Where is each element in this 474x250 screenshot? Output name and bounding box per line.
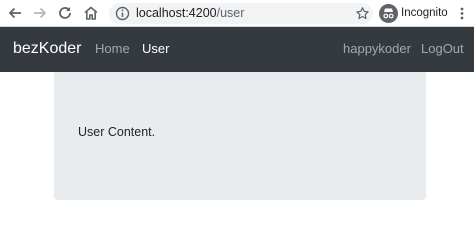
- reload-icon[interactable]: [56, 4, 74, 22]
- url-host: localhost:4200: [136, 6, 217, 20]
- incognito-icon: [379, 4, 398, 23]
- jumbotron: User Content.: [54, 72, 426, 200]
- brand-link[interactable]: bezKoder: [13, 39, 82, 59]
- url-path: /user: [216, 6, 245, 20]
- url-text: localhost:4200/user: [136, 6, 244, 21]
- forward-icon[interactable]: [31, 4, 49, 22]
- address-bar[interactable]: localhost:4200/user: [109, 3, 373, 24]
- nav-link-user[interactable]: User: [142, 41, 169, 57]
- info-icon[interactable]: [115, 6, 130, 21]
- nav-link-home[interactable]: Home: [95, 41, 130, 57]
- user-content-text: User Content.: [78, 125, 156, 139]
- browser-toolbar: localhost:4200/user Incognito: [0, 0, 474, 27]
- navbar: bezKoder Home User happykoder LogOut: [0, 27, 474, 72]
- incognito-indicator[interactable]: Incognito: [377, 3, 471, 24]
- menu-icon[interactable]: [457, 6, 467, 21]
- back-icon[interactable]: [6, 4, 24, 22]
- star-icon[interactable]: [355, 6, 370, 21]
- incognito-label: Incognito: [401, 7, 448, 19]
- nav-link-profile[interactable]: happykoder: [343, 41, 411, 57]
- home-icon[interactable]: [82, 4, 100, 22]
- nav-link-logout[interactable]: LogOut: [421, 41, 464, 57]
